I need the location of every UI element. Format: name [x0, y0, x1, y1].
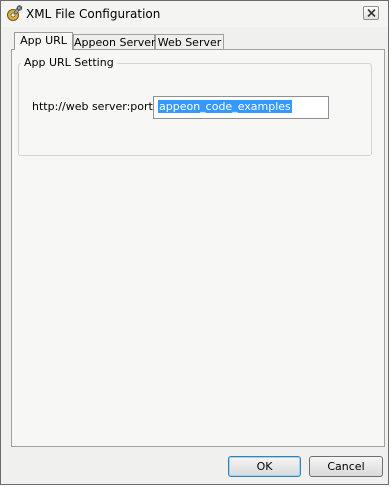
tab-label: App URL — [20, 34, 67, 47]
group-title: App URL Setting — [21, 56, 117, 69]
url-prefix-label: http://web server:port/ — [32, 100, 157, 113]
close-button[interactable] — [363, 6, 379, 20]
tab-web-server[interactable]: Web Server — [155, 34, 224, 50]
tab-appeon-server[interactable]: Appeon Server — [73, 34, 156, 50]
gear-wrench-icon — [6, 5, 23, 22]
tab-app-url[interactable]: App URL — [14, 32, 73, 50]
tab-panel-app-url: App URL Setting http://web server:port/ … — [11, 49, 385, 447]
tab-label: Appeon Server — [74, 36, 156, 49]
cancel-button[interactable]: Cancel — [309, 456, 383, 477]
xml-config-window: XML File Configuration App URL Appeon Se… — [0, 0, 389, 485]
ok-button[interactable]: OK — [228, 456, 301, 477]
app-url-value: appeon_code_examples — [158, 100, 292, 113]
tab-label: Web Server — [157, 36, 222, 49]
app-url-input[interactable]: appeon_code_examples — [153, 96, 329, 119]
title-bar[interactable]: XML File Configuration — [1, 1, 388, 27]
close-icon — [367, 9, 376, 17]
window-title: XML File Configuration — [26, 7, 161, 21]
